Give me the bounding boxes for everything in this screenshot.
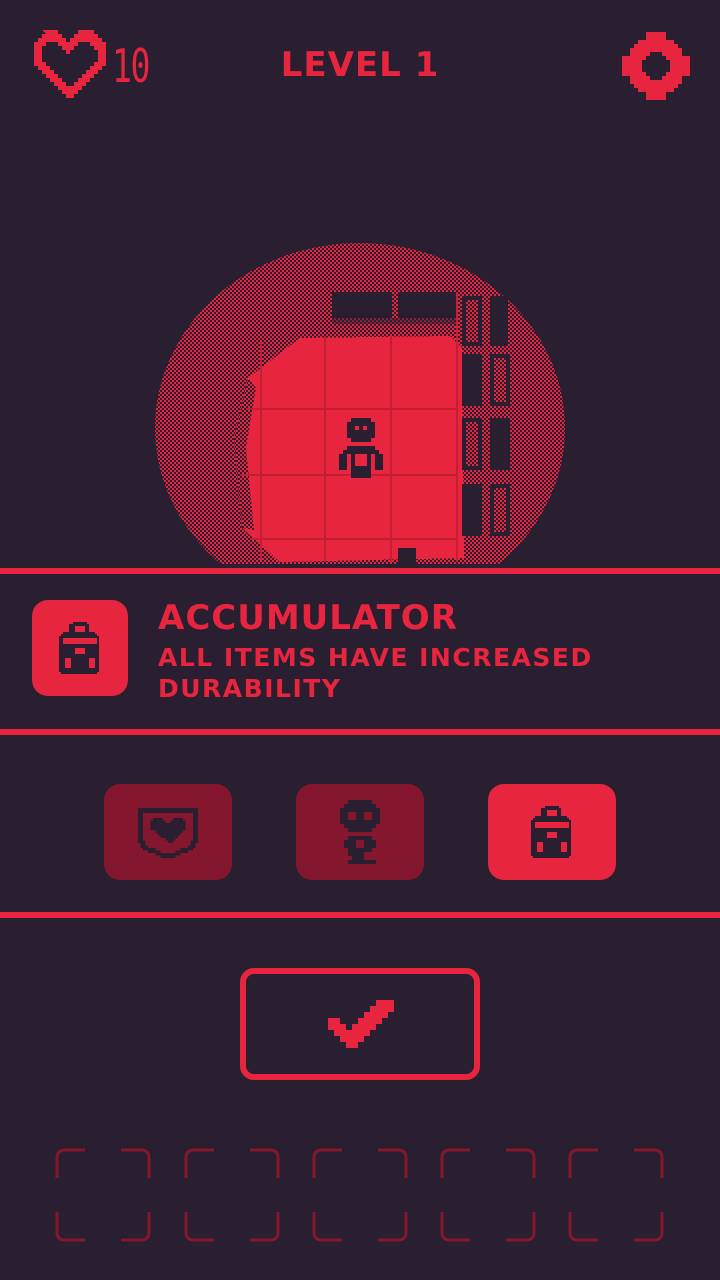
perk-choice-heart-shield[interactable]	[104, 784, 232, 880]
selected-perk-icon-box	[32, 600, 128, 696]
perk-description: ALL ITEMS HAVE INCREASED DURABILITY	[158, 643, 593, 703]
inventory-slot[interactable]	[312, 1148, 408, 1242]
backpack-icon	[59, 622, 99, 674]
dungeon-map	[155, 243, 565, 564]
skull-icon	[340, 800, 380, 864]
panel-top-divider	[0, 568, 720, 574]
inventory-slot[interactable]	[184, 1148, 280, 1242]
perk-title: ACCUMULATOR	[158, 598, 458, 638]
heart-icon	[34, 30, 106, 98]
perk-choice-skull[interactable]	[296, 784, 424, 880]
game-screen: 10 LEVEL 1 ACCUMULATOR ALL ITEMS HAVE IN…	[0, 0, 720, 1280]
panel-bottom-divider	[0, 729, 720, 735]
perk-choice-backpack[interactable]	[488, 784, 616, 880]
heart-shield-icon	[138, 808, 198, 858]
inventory-bar	[55, 1148, 667, 1242]
inventory-slot[interactable]	[55, 1148, 151, 1242]
choices-bottom-divider	[0, 912, 720, 918]
gear-icon[interactable]	[622, 32, 690, 100]
checkmark-icon	[328, 1000, 394, 1048]
player-character	[339, 418, 383, 478]
inventory-slot[interactable]	[568, 1148, 664, 1242]
lives-count: 10	[112, 39, 150, 93]
confirm-button[interactable]	[240, 968, 480, 1080]
inventory-slot[interactable]	[440, 1148, 536, 1242]
backpack-icon	[531, 806, 571, 858]
level-title: LEVEL 1	[280, 45, 440, 85]
